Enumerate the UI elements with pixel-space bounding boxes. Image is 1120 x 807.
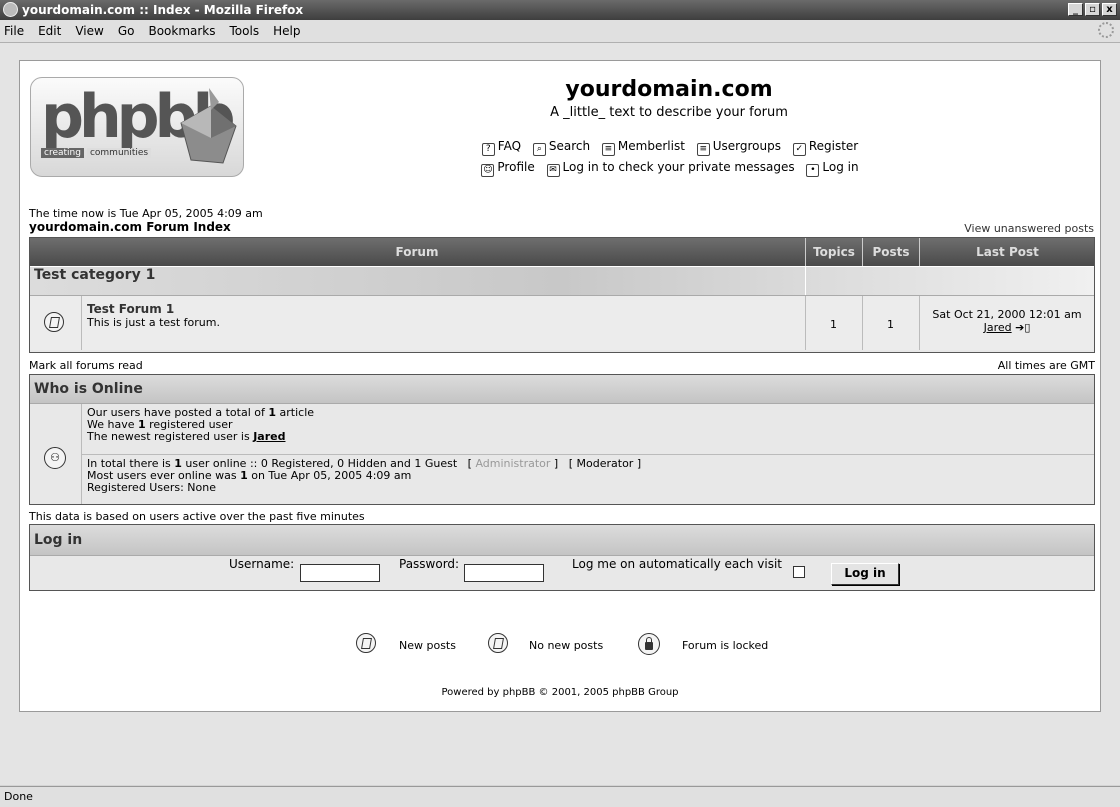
active-users-note: This data is based on users active over … — [29, 510, 365, 523]
nav-private-messages[interactable]: ✉ Log in to check your private messages — [546, 160, 795, 177]
status-text: Done — [4, 790, 33, 803]
stats-block: Our users have posted a total of 1 artic… — [87, 407, 314, 443]
last-post-user-link[interactable]: Jared — [984, 321, 1012, 334]
logo-gem-icon — [180, 88, 237, 164]
who-is-online-panel: Who is Online ⚇ Our users have posted a … — [29, 374, 1095, 505]
close-button[interactable]: x — [1102, 3, 1117, 16]
nav-row-2: ☺ Profile ✉ Log in to check your private m… — [450, 160, 890, 177]
phpbb-logo[interactable]: phpbb creating communities — [30, 77, 244, 177]
faq-icon: ? — [481, 143, 495, 156]
new-posts-icon — [356, 633, 376, 653]
col-last-post: Last Post — [919, 238, 1095, 266]
window-titlebar: yourdomain.com :: Index - Mozilla Firefo… — [0, 0, 1120, 20]
messages-icon: ✉ — [546, 164, 560, 177]
forum-folder-icon — [44, 312, 64, 332]
stats-newest-user: The newest registered user is Jared — [87, 430, 286, 443]
nav-faq[interactable]: ? FAQ — [481, 139, 521, 156]
last-post-date: Sat Oct 21, 2000 12:01 am — [932, 308, 1082, 321]
forum-row: Test Forum 1 This is just a test forum. … — [30, 295, 1094, 350]
mark-forums-read-link[interactable]: Mark all forums read — [29, 359, 143, 372]
view-unanswered-link[interactable]: View unanswered posts — [964, 222, 1094, 235]
nav-register[interactable]: ✓ Register — [792, 139, 858, 156]
menu-file[interactable]: File — [0, 20, 31, 42]
register-icon: ✓ — [792, 143, 806, 156]
category-row: Test category 1 — [30, 266, 1094, 295]
minimize-button[interactable]: _ — [1068, 3, 1083, 16]
menu-bookmarks[interactable]: Bookmarks — [141, 20, 222, 42]
logo-tag-creating: creating — [41, 148, 84, 158]
who-is-online-title[interactable]: Who is Online — [30, 375, 1094, 404]
timezone-note: All times are GMT — [997, 359, 1095, 372]
powered-by-footer[interactable]: Powered by phpBB © 2001, 2005 phpBB Grou… — [20, 687, 1100, 698]
nav-usergroups[interactable]: ≡ Usergroups — [696, 139, 781, 156]
nav-profile[interactable]: ☺ Profile — [481, 160, 535, 177]
site-description: A _little_ text to describe your forum — [550, 105, 788, 120]
login-form: Username: Password: Log me on automatica… — [30, 557, 1094, 589]
firefox-icon — [3, 2, 18, 17]
logo-tag-communities: communities — [86, 148, 152, 158]
menu-edit[interactable]: Edit — [31, 20, 68, 42]
legend-locked: Forum is locked — [682, 639, 769, 652]
menu-tools[interactable]: Tools — [223, 20, 267, 42]
view-latest-post-icon[interactable]: ➔▯ — [1015, 321, 1030, 334]
legend-no-new-posts: No new posts — [529, 639, 604, 652]
autologin-checkbox[interactable] — [793, 566, 805, 578]
menubar: File Edit View Go Bookmarks Tools Help — [0, 20, 1120, 43]
menu-help[interactable]: Help — [266, 20, 307, 42]
login-title: Log in — [30, 525, 1094, 556]
autologin-label: Log me on automatically each visit — [572, 557, 782, 571]
menu-view[interactable]: View — [68, 20, 110, 42]
registered-users-online: Registered Users: None — [87, 481, 216, 494]
forum-table-header: Forum Topics Posts Last Post — [30, 238, 1094, 266]
username-input[interactable] — [300, 564, 380, 582]
legend-administrator: Administrator — [475, 457, 551, 470]
current-time: The time now is Tue Apr 05, 2005 4:09 am — [29, 207, 263, 220]
browser-viewport: phpbb creating communities yourdomain.com… — [0, 43, 1120, 785]
window-title: yourdomain.com :: Index - Mozilla Firefo… — [22, 3, 304, 17]
menu-go[interactable]: Go — [111, 20, 142, 42]
maximize-button[interactable]: ▫ — [1085, 3, 1100, 16]
forum-page: phpbb creating communities yourdomain.com… — [19, 60, 1101, 712]
usergroups-icon: ≡ — [696, 143, 710, 156]
nav-login[interactable]: • Log in — [806, 160, 859, 177]
locked-icon — [638, 633, 660, 655]
legend-moderator: Moderator — [576, 457, 634, 470]
statusbar: Done — [0, 786, 1120, 807]
password-label: Password: — [399, 557, 460, 571]
login-panel: Log in Username: Password: Log me on aut… — [29, 524, 1095, 591]
col-forum: Forum — [395, 245, 439, 259]
site-title[interactable]: yourdomain.com — [526, 77, 812, 102]
login-icon: • — [806, 164, 820, 177]
forum-name-link[interactable]: Test Forum 1 — [87, 302, 174, 316]
forum-table: Forum Topics Posts Last Post Test catego… — [29, 237, 1095, 353]
legend-new-posts: New posts — [399, 639, 456, 652]
password-input[interactable] — [464, 564, 544, 582]
no-new-posts-icon — [488, 633, 508, 653]
nav-memberlist[interactable]: ≡ Memberlist — [601, 139, 685, 156]
forum-index-link[interactable]: yourdomain.com Forum Index — [29, 220, 231, 234]
memberlist-icon: ≡ — [601, 143, 615, 156]
login-button[interactable]: Log in — [831, 563, 899, 585]
profile-icon: ☺ — [481, 164, 495, 177]
online-block: In total there is 1 user online :: 0 Reg… — [87, 458, 641, 494]
forum-description: This is just a test forum. — [87, 316, 220, 329]
nav-search[interactable]: ⌕ Search — [532, 139, 590, 156]
nav-row-1: ? FAQ ⌕ Search ≡ Memberlist ≡ Usergroups ✓ Re… — [450, 139, 890, 156]
who-is-online-icon: ⚇ — [44, 447, 66, 469]
col-posts: Posts — [862, 238, 919, 266]
forum-topics-count: 1 — [830, 318, 837, 331]
search-icon: ⌕ — [532, 143, 546, 156]
newest-user-link[interactable]: Jared — [253, 430, 285, 443]
forum-posts-count: 1 — [887, 318, 894, 331]
category-name[interactable]: Test category 1 — [34, 267, 155, 283]
throbber-icon — [1098, 22, 1114, 38]
col-topics: Topics — [805, 238, 862, 266]
username-label: Username: — [229, 557, 295, 571]
